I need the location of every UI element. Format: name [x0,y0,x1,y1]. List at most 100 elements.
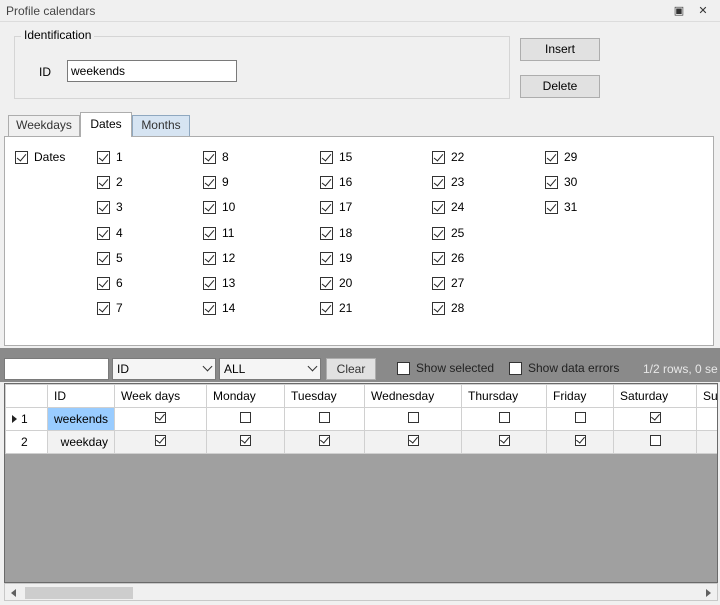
checkbox-box[interactable] [320,301,333,315]
date-checkbox[interactable]: 11 [203,226,234,240]
checkbox-box[interactable] [432,175,445,189]
close-icon[interactable]: ✕ [696,4,710,18]
date-checkbox[interactable]: 25 [432,226,464,240]
checkbox-box[interactable] [155,435,167,446]
date-checkbox[interactable]: 12 [203,251,235,265]
checkbox-cell[interactable] [114,430,208,454]
checkbox-box[interactable] [545,175,558,189]
checkbox-box[interactable] [397,361,410,375]
date-checkbox[interactable]: 26 [432,251,464,265]
checkbox-cell[interactable] [206,430,286,454]
date-checkbox[interactable]: 24 [432,200,464,214]
checkbox-box[interactable] [203,200,216,214]
date-checkbox[interactable]: 10 [203,200,235,214]
scroll-left-icon[interactable] [11,589,16,597]
checkbox-box[interactable] [432,150,445,164]
checkbox-cell[interactable] [461,407,548,431]
date-checkbox[interactable]: 16 [320,175,352,189]
checkbox-box[interactable] [498,412,510,423]
checkbox-box[interactable] [545,150,558,164]
date-checkbox[interactable]: 20 [320,276,352,290]
tab-weekdays[interactable]: Weekdays [8,115,80,136]
checkbox-box[interactable] [319,412,331,423]
date-checkbox[interactable]: 6 [97,276,123,290]
date-checkbox[interactable]: 22 [432,150,464,164]
date-checkbox[interactable]: 8 [203,150,229,164]
checkbox-box[interactable] [649,412,661,423]
tab-dates[interactable]: Dates [80,112,132,137]
checkbox-box[interactable] [320,175,333,189]
row-header[interactable]: 2 [5,430,48,454]
insert-button[interactable]: Insert [520,38,600,61]
date-checkbox[interactable]: 1 [97,150,123,164]
checkbox-cell[interactable] [284,430,366,454]
checkbox-box[interactable] [97,276,110,290]
date-checkbox[interactable]: 9 [203,175,229,189]
checkbox-box[interactable] [432,226,445,240]
checkbox-box[interactable] [649,435,661,446]
column-header[interactable]: Tuesday [284,384,366,408]
date-checkbox[interactable]: 7 [97,301,123,315]
checkbox-box[interactable] [509,361,522,375]
filter-input[interactable] [4,358,109,380]
checkbox-box[interactable] [432,200,445,214]
checkbox-cell[interactable] [284,407,366,431]
column-header[interactable]: Sur [696,384,717,408]
checkbox-box[interactable] [97,150,110,164]
column-header[interactable]: Friday [546,384,615,408]
checkbox-cell[interactable] [206,407,286,431]
column-header[interactable] [5,384,48,408]
id-input[interactable] [67,60,237,82]
clear-button[interactable]: Clear [326,358,376,380]
checkbox-cell[interactable] [696,407,717,431]
checkbox-box[interactable] [432,276,445,290]
column-select[interactable]: ID [112,358,216,380]
column-header[interactable]: Monday [206,384,286,408]
checkbox-box[interactable] [432,301,445,315]
checkbox-box[interactable] [240,435,252,446]
checkbox-box[interactable] [432,251,445,265]
date-checkbox[interactable]: 28 [432,301,464,315]
checkbox-cell[interactable] [546,430,615,454]
checkbox-cell[interactable] [114,407,208,431]
checkbox-box[interactable] [407,435,419,446]
checkbox-box[interactable] [320,251,333,265]
checkbox-box[interactable] [97,301,110,315]
table-row[interactable]: 2 weekday [5,430,717,454]
checkbox-box[interactable] [203,251,216,265]
column-header[interactable]: Thursday [461,384,548,408]
value-select[interactable]: ALL [219,358,321,380]
date-checkbox[interactable]: 23 [432,175,464,189]
checkbox-cell[interactable] [364,407,463,431]
date-checkbox[interactable]: 5 [97,251,123,265]
checkbox-cell[interactable] [546,407,615,431]
checkbox-cell[interactable] [364,430,463,454]
checkbox-box[interactable] [155,412,167,423]
checkbox-box[interactable] [498,435,510,446]
checkbox-box[interactable] [407,412,419,423]
date-checkbox[interactable]: 27 [432,276,464,290]
date-checkbox[interactable]: 15 [320,150,352,164]
checkbox-box[interactable] [320,200,333,214]
id-cell[interactable]: weekends [46,407,116,431]
checkbox-box[interactable] [97,175,110,189]
checkbox-cell[interactable] [613,430,698,454]
row-header[interactable]: 1 [5,407,48,431]
date-checkbox[interactable]: 19 [320,251,352,265]
show-selected-checkbox[interactable]: Show selected [397,361,494,375]
checkbox-box[interactable] [320,276,333,290]
checkbox-box[interactable] [574,412,586,423]
column-header[interactable]: Wednesday [364,384,463,408]
horizontal-scrollbar[interactable] [4,583,718,601]
checkbox-box[interactable] [203,301,216,315]
date-checkbox[interactable]: 21 [320,301,352,315]
column-header[interactable]: Week days [114,384,208,408]
date-checkbox[interactable]: 30 [545,175,577,189]
checkbox-box[interactable] [203,226,216,240]
show-data-errors-checkbox[interactable]: Show data errors [509,361,619,375]
checkbox-box[interactable] [545,200,558,214]
column-header[interactable]: Saturday [613,384,698,408]
checkbox-cell[interactable] [613,407,698,431]
checkbox-box[interactable] [320,150,333,164]
column-header[interactable]: ID [46,384,116,408]
